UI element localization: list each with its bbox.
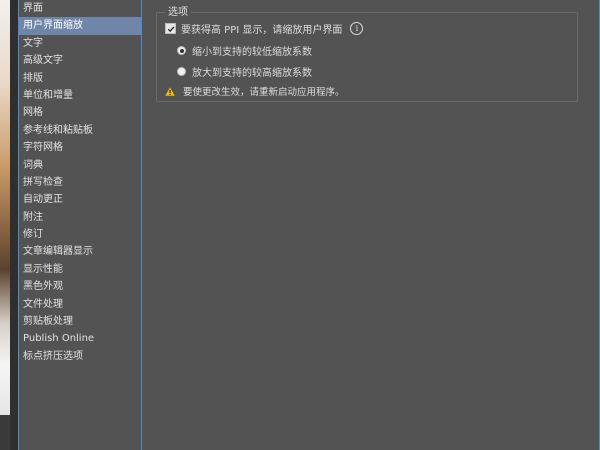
radio-smaller[interactable] <box>177 46 186 55</box>
main-panel: 选项 要获得高 PPI 显示，请缩放用户界面 i 缩小到支持的较低缩放系数 放大… <box>142 0 600 450</box>
info-icon[interactable]: i <box>350 22 364 35</box>
group-title: 选项 <box>165 3 191 18</box>
warning-icon <box>165 86 175 96</box>
radio-larger[interactable] <box>177 67 186 76</box>
category-item[interactable]: 自动更正 <box>19 191 141 208</box>
scale-ui-row[interactable]: 要获得高 PPI 显示，请缩放用户界面 i <box>165 21 364 36</box>
radio-larger-row[interactable]: 放大到支持的较高缩放系数 <box>177 64 312 79</box>
category-item[interactable]: 文字 <box>19 35 141 52</box>
category-item[interactable]: 文章编辑器显示 <box>19 243 141 260</box>
radio-smaller-row[interactable]: 缩小到支持的较低缩放系数 <box>177 43 312 58</box>
category-item[interactable]: Publish Online <box>19 330 141 347</box>
scale-ui-label: 要获得高 PPI 显示，请缩放用户界面 <box>181 25 343 36</box>
options-group: 选项 要获得高 PPI 显示，请缩放用户界面 i 缩小到支持的较低缩放系数 放大… <box>156 3 578 102</box>
category-item[interactable]: 黑色外观 <box>19 278 141 295</box>
category-item[interactable]: 剪贴板处理 <box>19 313 141 330</box>
category-item[interactable]: 单位和增量 <box>19 87 141 104</box>
category-item[interactable]: 网格 <box>19 104 141 121</box>
category-item[interactable]: 参考线和粘贴板 <box>19 122 141 139</box>
category-item[interactable]: 标点挤压选项 <box>19 348 141 365</box>
category-item[interactable]: 显示性能 <box>19 261 141 278</box>
background-window-strip <box>0 0 18 450</box>
category-item[interactable]: 字符网格 <box>19 139 141 156</box>
scale-ui-checkbox[interactable] <box>165 23 176 34</box>
radio-selected-dot <box>179 48 184 53</box>
background-window-edge <box>10 0 18 450</box>
category-item[interactable]: 附注 <box>19 209 141 226</box>
category-item[interactable]: 拼写检查 <box>19 174 141 191</box>
radio-larger-label: 放大到支持的较高缩放系数 <box>192 68 312 79</box>
category-item[interactable]: 高级文字 <box>19 52 141 69</box>
checkmark-icon <box>167 25 174 32</box>
restart-warning-text: 要使更改生效，请重新启动应用程序。 <box>183 87 345 98</box>
radio-smaller-label: 缩小到支持的较低缩放系数 <box>192 47 312 58</box>
restart-warning: 要使更改生效，请重新启动应用程序。 <box>165 84 345 98</box>
category-item[interactable]: 排版 <box>19 70 141 87</box>
category-item[interactable]: 词典 <box>19 157 141 174</box>
category-item[interactable]: 用户界面缩放 <box>19 17 141 35</box>
category-list[interactable]: 界面 用户界面缩放 文字 高级文字 排版 单位和增量 网格 参考线和粘贴板 字符网格 词典 拼写检查… <box>18 0 142 450</box>
category-item[interactable]: 文件处理 <box>19 296 141 313</box>
background-photo <box>0 0 10 415</box>
category-item[interactable]: 界面 <box>19 0 141 17</box>
category-item[interactable]: 修订 <box>19 226 141 243</box>
